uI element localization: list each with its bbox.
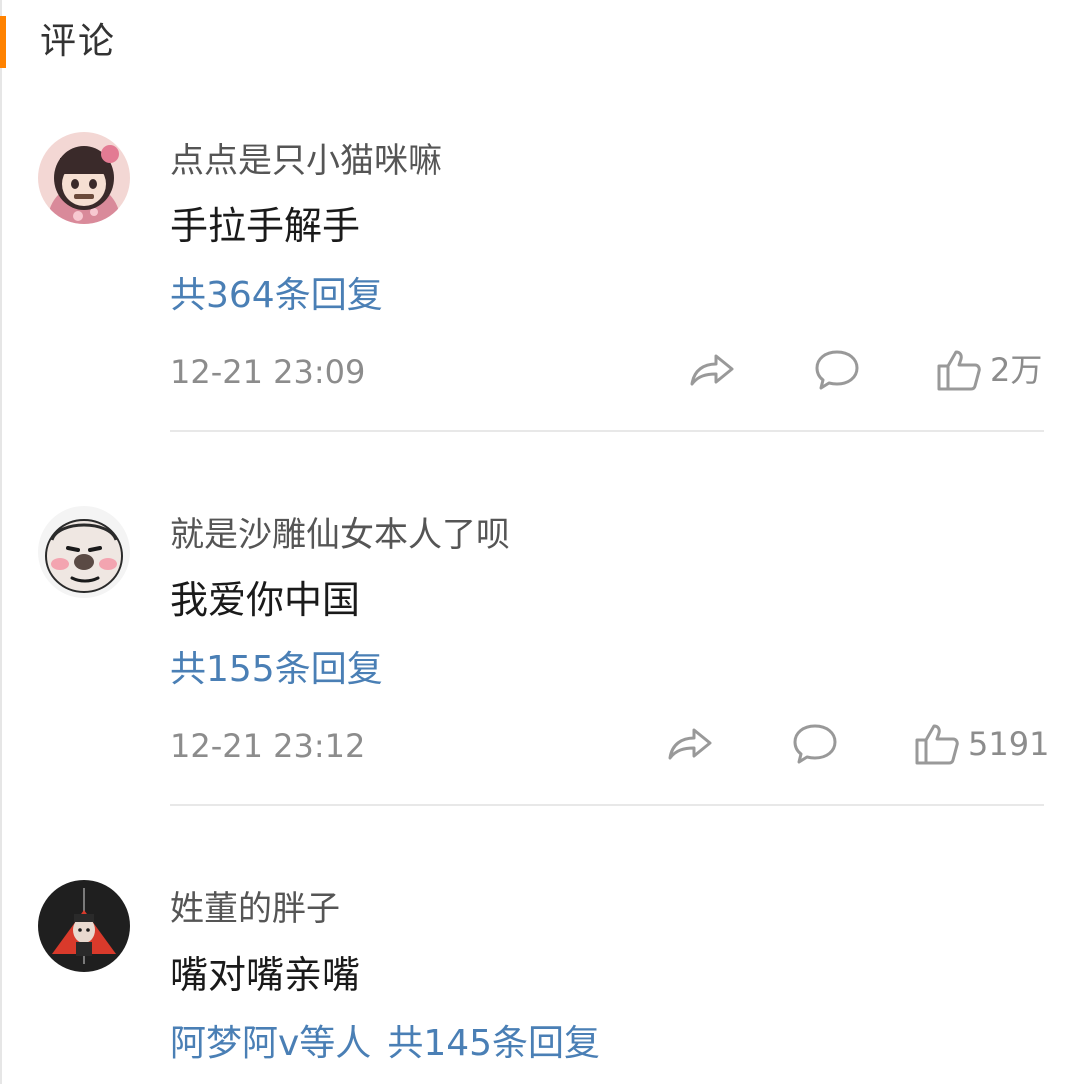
reply-participants: 阿梦阿v等人 <box>170 1023 372 1064</box>
replies-link[interactable]: 共364条回复 <box>170 274 383 318</box>
meme-face-avatar-icon <box>38 506 130 598</box>
comment-button[interactable] <box>814 346 860 394</box>
share-button[interactable] <box>666 720 714 768</box>
left-edge-border <box>0 0 2 1084</box>
comment-text: 我爱你中国 <box>170 578 361 622</box>
section-title: 评论 <box>40 21 117 62</box>
comment-timestamp: 12-21 23:09 <box>170 353 366 391</box>
like-button[interactable]: 2万 <box>936 346 1042 394</box>
thumbs-up-icon <box>937 350 981 391</box>
comments-section-header: 评论 <box>0 0 1080 90</box>
share-icon <box>690 354 734 386</box>
comment-divider <box>170 430 1044 432</box>
avatar[interactable] <box>38 506 130 598</box>
comment-button[interactable] <box>792 720 838 768</box>
comment-icon <box>793 724 837 764</box>
comment-divider <box>170 804 1044 806</box>
comment-timestamp: 12-21 23:12 <box>170 727 366 765</box>
comment-username[interactable]: 就是沙雕仙女本人了呗 <box>170 514 510 556</box>
comment-icon <box>815 350 859 390</box>
dark-emblem-avatar-icon <box>38 880 130 972</box>
like-count: 5191 <box>968 725 1050 763</box>
replies-link[interactable]: 阿梦阿v等人 共145条回复 <box>170 1022 600 1066</box>
avatar[interactable] <box>38 880 130 972</box>
reply-count-label: 共145条回复 <box>387 1023 601 1064</box>
avatar[interactable] <box>38 132 130 224</box>
comment-username[interactable]: 点点是只小猫咪嘛 <box>170 140 442 182</box>
share-button[interactable] <box>688 346 736 394</box>
section-accent-bar <box>0 16 6 68</box>
comment-username[interactable]: 姓董的胖子 <box>170 888 340 930</box>
replies-link[interactable]: 共155条回复 <box>170 648 383 692</box>
thumbs-up-icon <box>915 724 959 765</box>
comments-page: 评论 点点是只小猫咪嘛 手拉手解手 共364条回复 12-21 23:09 2万… <box>0 0 1080 1084</box>
like-button[interactable]: 5191 <box>914 720 1049 768</box>
comment-text: 嘴对嘴亲嘴 <box>170 953 361 997</box>
comment-text: 手拉手解手 <box>170 204 361 248</box>
share-icon <box>668 728 712 760</box>
like-count: 2万 <box>990 351 1043 389</box>
anime-girl-avatar-icon <box>38 132 130 224</box>
